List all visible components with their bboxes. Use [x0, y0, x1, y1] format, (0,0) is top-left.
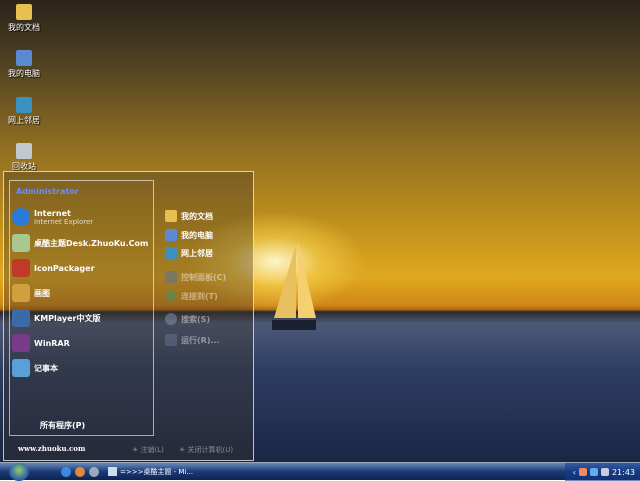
shutdown-button[interactable]: ☀ 关闭计算机(U): [179, 445, 233, 455]
start-menu: Administrator Internet Internet Explorer …: [3, 171, 254, 461]
program-kmplayer[interactable]: KMPlayer中文版: [12, 309, 101, 327]
start-button[interactable]: [9, 463, 29, 481]
ie-icon: [12, 208, 30, 226]
folder-icon: [16, 4, 32, 20]
media-player-icon[interactable]: [75, 467, 85, 477]
place-control-panel[interactable]: 控制面板(C): [165, 271, 226, 283]
network-icon: [165, 247, 177, 259]
theme-icon: [12, 234, 30, 252]
desktop-icon-my-computer[interactable]: 我的电脑: [4, 50, 44, 79]
program-winrar[interactable]: WinRAR: [12, 334, 70, 352]
place-run[interactable]: 运行(R)...: [165, 334, 220, 346]
window-icon: [108, 467, 117, 476]
network-icon: [16, 97, 32, 113]
place-search[interactable]: 搜索(S): [165, 313, 210, 325]
tray-user-icon[interactable]: [578, 468, 587, 476]
place-my-documents[interactable]: 我的文档: [165, 210, 213, 222]
place-network[interactable]: 网上邻居: [165, 247, 213, 259]
clock[interactable]: 21:43: [612, 468, 635, 477]
run-icon: [165, 334, 177, 346]
recycle-bin-icon: [16, 143, 32, 159]
show-desktop-icon[interactable]: [89, 467, 99, 477]
sailboat: [272, 242, 316, 330]
place-my-computer[interactable]: 我的电脑: [165, 229, 213, 241]
taskbar-task-zhuoku[interactable]: =>>>桌酷主题 - Mi...: [108, 465, 208, 478]
winrar-icon: [12, 334, 30, 352]
tray-network-icon[interactable]: [589, 468, 598, 476]
program-notepad[interactable]: 记事本: [12, 359, 58, 377]
notepad-icon: [12, 359, 30, 377]
all-programs-button[interactable]: 所有程序(P): [40, 420, 85, 431]
program-zhuoku[interactable]: 桌酷主题Desk.ZhuoKu.Com: [12, 234, 148, 252]
desktop-icon-my-documents[interactable]: 我的文档: [4, 4, 44, 33]
desktop-icon-network[interactable]: 网上邻居: [4, 97, 44, 126]
place-connect-to[interactable]: 连接到(T): [165, 290, 218, 302]
system-tray: ‹ 21:43: [565, 463, 640, 481]
connect-icon: [165, 290, 177, 302]
search-icon: [165, 313, 177, 325]
computer-icon: [165, 229, 177, 241]
ie-icon[interactable]: [61, 467, 71, 477]
paint-icon: [12, 284, 30, 302]
kmplayer-icon: [12, 309, 30, 327]
website-link[interactable]: www.zhuoku.com: [18, 444, 85, 453]
iconpackager-icon: [12, 259, 30, 277]
tray-expand-icon[interactable]: ‹: [573, 468, 576, 477]
computer-icon: [16, 50, 32, 66]
program-iconpackager[interactable]: IconPackager: [12, 259, 95, 277]
control-panel-icon: [165, 271, 177, 283]
taskbar: =>>>桌酷主题 - Mi... ‹ 21:43: [0, 462, 640, 481]
user-name: Administrator: [16, 187, 79, 196]
logoff-button[interactable]: ☀ 注销(L): [132, 445, 164, 455]
program-internet[interactable]: Internet Internet Explorer: [12, 208, 93, 226]
tray-volume-icon[interactable]: [600, 468, 609, 476]
program-paint[interactable]: 画图: [12, 284, 50, 302]
desktop-icon-recycle-bin[interactable]: 回收站: [4, 143, 44, 172]
folder-icon: [165, 210, 177, 222]
